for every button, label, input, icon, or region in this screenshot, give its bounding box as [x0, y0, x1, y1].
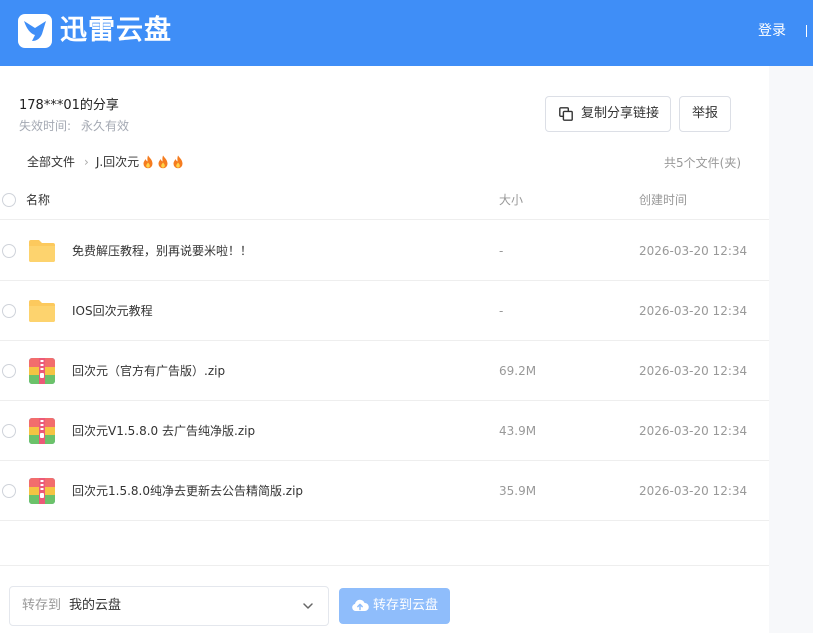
- table-row[interactable]: 免费解压教程，别再说要米啦！！ - 2026-03-20 12:34: [0, 221, 769, 281]
- report-button[interactable]: 举报: [679, 96, 731, 132]
- cloud-upload-icon: [352, 599, 369, 611]
- expiry-value: 永久有效: [81, 119, 130, 133]
- xunlei-bird-logo-icon[interactable]: [18, 14, 52, 48]
- chevron-down-icon: [303, 603, 313, 609]
- file-name[interactable]: 回次元1.5.8.0纯净去更新去公告精简版.zip: [72, 483, 303, 499]
- column-name-header: 名称: [26, 193, 51, 207]
- share-title: 178***01的分享: [19, 98, 119, 113]
- folder-icon: [29, 300, 55, 322]
- header-divider: [806, 25, 807, 37]
- row-checkbox[interactable]: [2, 304, 16, 318]
- breadcrumb: 全部文件 › J.回次元: [27, 154, 184, 170]
- file-count: 共5个文件(夹): [664, 156, 741, 170]
- table-row[interactable]: IOS回次元教程 - 2026-03-20 12:34: [0, 281, 769, 341]
- file-size: -: [499, 304, 504, 318]
- select-all-checkbox[interactable]: [2, 193, 16, 207]
- login-link[interactable]: 登录: [758, 20, 786, 42]
- save-to-value: 我的云盘: [69, 598, 122, 613]
- fire-icon: [158, 155, 168, 169]
- file-size: -: [499, 244, 504, 258]
- row-checkbox[interactable]: [2, 484, 16, 498]
- breadcrumb-root[interactable]: 全部文件: [27, 155, 75, 169]
- copy-share-link-label: 复制分享链接: [580, 106, 659, 121]
- file-name[interactable]: 免费解压教程，别再说要米啦！！: [72, 243, 252, 259]
- top-header: 迅雷云盘 登录: [0, 0, 813, 66]
- chevron-right-icon: ›: [84, 155, 89, 169]
- folder-icon: [29, 240, 55, 262]
- column-size-header: 大小: [499, 193, 524, 207]
- file-time: 2026-03-20 12:34: [639, 364, 748, 378]
- file-time: 2026-03-20 12:34: [639, 424, 748, 438]
- zip-archive-icon: [29, 418, 55, 444]
- save-destination-select[interactable]: 转存到 我的云盘: [9, 586, 329, 626]
- fire-icon: [143, 155, 153, 169]
- zip-archive-icon: [29, 358, 55, 384]
- share-panel: 178***01的分享 失效时间: 永久有效 复制分享链接 举报 全部文件 › J.回…: [0, 66, 769, 633]
- file-name[interactable]: 回次元（官方有广告版）.zip: [72, 363, 225, 379]
- breadcrumb-current-label: J.回次元: [95, 155, 140, 169]
- save-to-cloud-label: 转存到云盘: [373, 598, 439, 613]
- expiry-info: 失效时间: 永久有效: [19, 118, 129, 134]
- breadcrumb-current: J.回次元: [96, 154, 184, 170]
- save-to-cloud-button[interactable]: 转存到云盘: [339, 588, 450, 624]
- column-time-header: 创建时间: [639, 193, 688, 207]
- file-size: 69.2M: [499, 364, 537, 378]
- zip-archive-icon: [29, 478, 55, 504]
- save-footer: 转存到 我的云盘 转存到云盘: [0, 565, 769, 633]
- row-checkbox[interactable]: [2, 244, 16, 258]
- file-name[interactable]: IOS回次元教程: [72, 303, 153, 319]
- table-row[interactable]: 回次元V1.5.8.0 去广告纯净版.zip 43.9M 2026-03-20 …: [0, 401, 769, 461]
- file-time: 2026-03-20 12:34: [639, 304, 748, 318]
- row-checkbox[interactable]: [2, 424, 16, 438]
- copy-share-link-button[interactable]: 复制分享链接: [545, 96, 671, 132]
- side-gutter: [769, 66, 813, 633]
- copy-icon: [559, 107, 573, 121]
- table-row[interactable]: 回次元（官方有广告版）.zip 69.2M 2026-03-20 12:34: [0, 341, 769, 401]
- save-to-label: 转存到: [22, 598, 62, 613]
- fire-icon: [173, 155, 183, 169]
- file-name[interactable]: 回次元V1.5.8.0 去广告纯净版.zip: [72, 423, 255, 439]
- expiry-label: 失效时间:: [19, 119, 72, 133]
- file-size: 35.9M: [499, 484, 537, 498]
- file-time: 2026-03-20 12:34: [639, 244, 748, 258]
- file-size: 43.9M: [499, 424, 537, 438]
- row-checkbox[interactable]: [2, 364, 16, 378]
- brand-name: 迅雷云盘: [60, 15, 172, 46]
- file-time: 2026-03-20 12:34: [639, 484, 748, 498]
- table-row[interactable]: 回次元1.5.8.0纯净去更新去公告精简版.zip 35.9M 2026-03-…: [0, 461, 769, 521]
- table-header: 名称 大小 创建时间: [0, 180, 769, 220]
